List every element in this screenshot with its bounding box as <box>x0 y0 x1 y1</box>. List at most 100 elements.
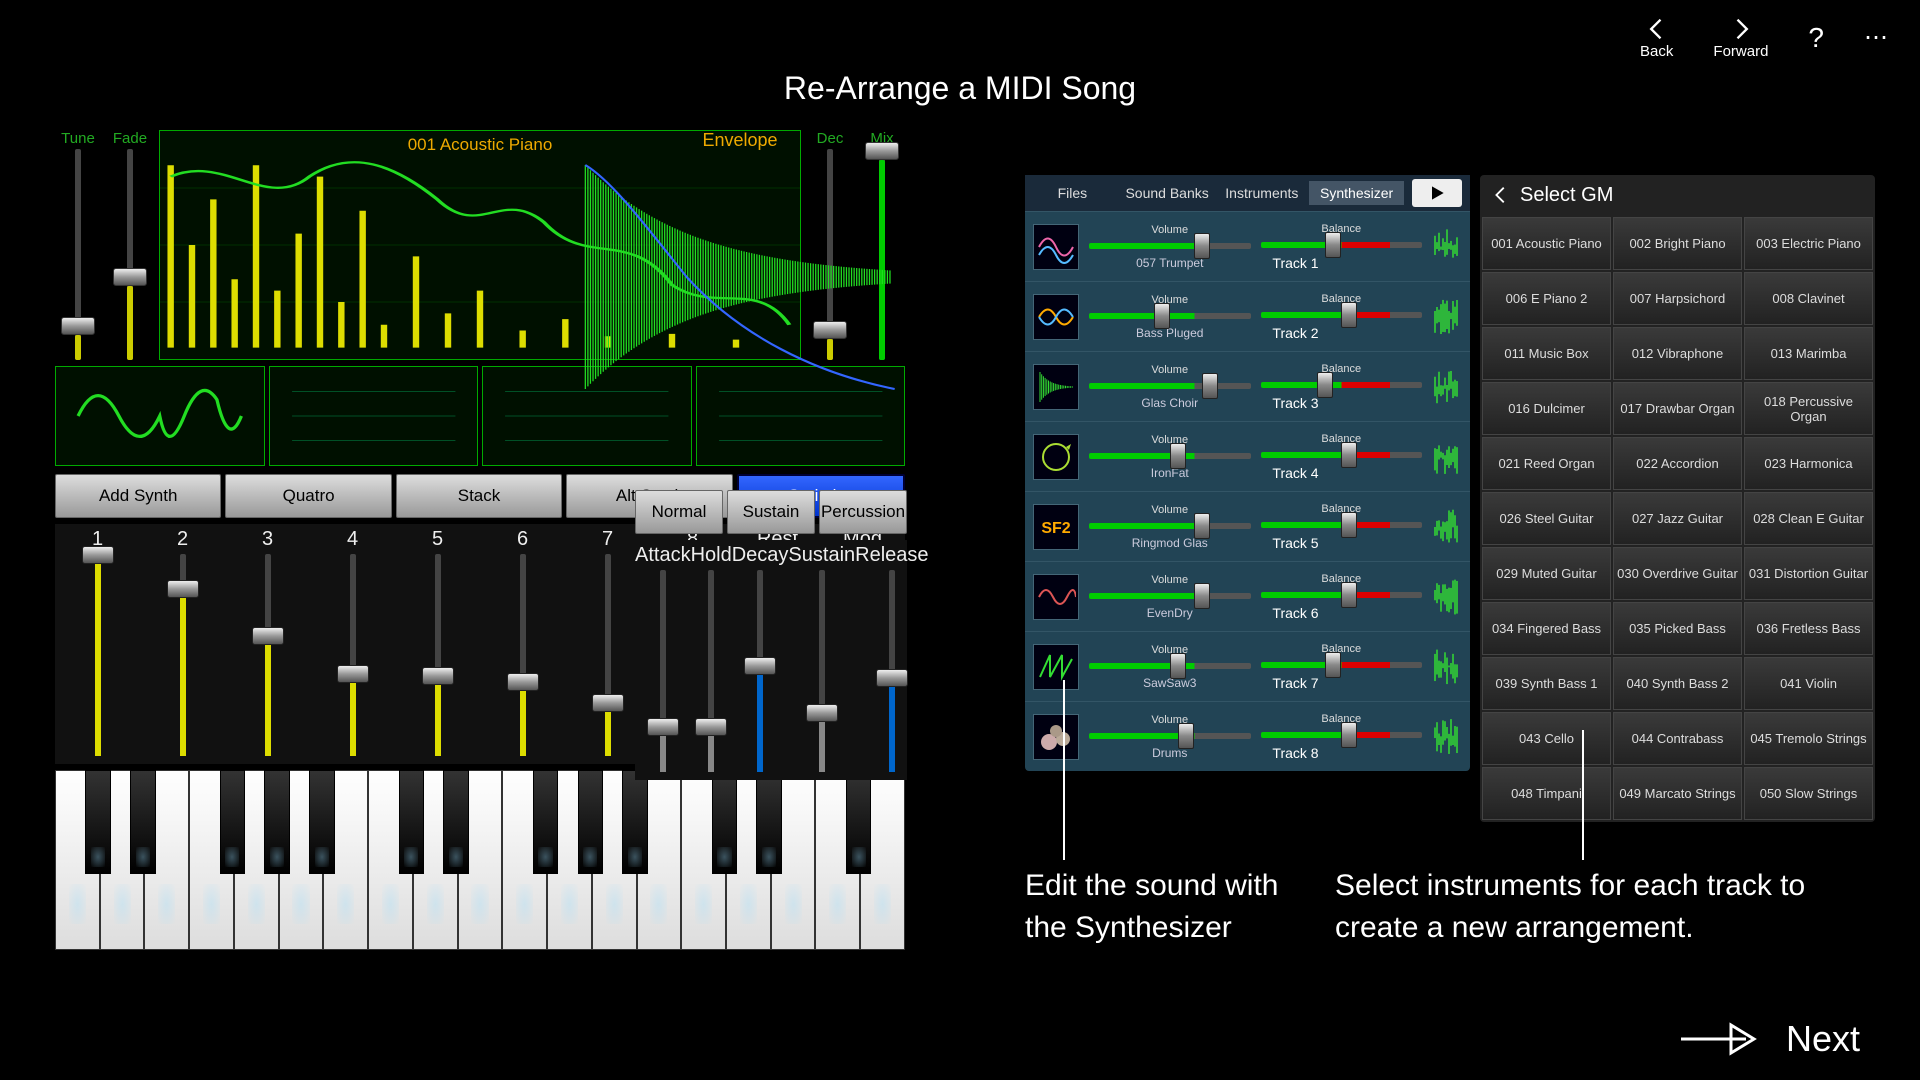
mixer-tab-files[interactable]: Files <box>1025 181 1120 205</box>
instrument-item[interactable]: 041 Violin <box>1744 657 1873 710</box>
black-key[interactable] <box>85 770 111 874</box>
balance-slider[interactable] <box>1261 447 1423 463</box>
play-button[interactable] <box>1412 179 1462 207</box>
instrument-item[interactable]: 028 Clean E Guitar <box>1744 492 1873 545</box>
volume-slider[interactable] <box>1089 448 1251 464</box>
instrument-item[interactable]: 017 Drawbar Organ <box>1613 382 1742 435</box>
volume-slider[interactable] <box>1089 588 1251 604</box>
instrument-item[interactable]: 048 Timpani <box>1482 767 1611 820</box>
mixer-tab-sound-banks[interactable]: Sound Banks <box>1120 181 1215 205</box>
fader-hold[interactable]: Hold <box>691 540 732 780</box>
synth-button-stack[interactable]: Stack <box>396 474 562 518</box>
track-icon[interactable] <box>1033 294 1079 340</box>
instrument-item[interactable]: 021 Reed Organ <box>1482 437 1611 490</box>
black-key[interactable] <box>130 770 156 874</box>
instrument-item[interactable]: 049 Marcato Strings <box>1613 767 1742 820</box>
piano-keyboard[interactable] <box>55 770 905 950</box>
fader-sustain[interactable]: Sustain <box>788 540 855 780</box>
balance-slider[interactable] <box>1261 727 1423 743</box>
track-icon[interactable] <box>1033 434 1079 480</box>
volume-slider[interactable] <box>1089 518 1251 534</box>
fader-2[interactable]: 2 <box>140 524 225 764</box>
black-key[interactable] <box>220 770 246 874</box>
instrument-item[interactable]: 030 Overdrive Guitar <box>1613 547 1742 600</box>
fader-6[interactable]: 6 <box>480 524 565 764</box>
picker-back-icon[interactable] <box>1490 184 1512 206</box>
volume-slider[interactable] <box>1089 308 1251 324</box>
mixer-tab-instruments[interactable]: Instruments <box>1215 181 1310 205</box>
instrument-item[interactable]: 044 Contrabass <box>1613 712 1742 765</box>
instrument-item[interactable]: 036 Fretless Bass <box>1744 602 1873 655</box>
track-icon[interactable] <box>1033 644 1079 690</box>
instrument-item[interactable]: 043 Cello <box>1482 712 1611 765</box>
fader-4[interactable]: 4 <box>310 524 395 764</box>
fader-decay[interactable]: Decay <box>732 540 789 780</box>
tune-slider[interactable]: Tune <box>55 130 101 360</box>
black-key[interactable] <box>533 770 559 874</box>
volume-slider[interactable] <box>1089 378 1251 394</box>
instrument-item[interactable]: 027 Jazz Guitar <box>1613 492 1742 545</box>
instrument-item[interactable]: 026 Steel Guitar <box>1482 492 1611 545</box>
black-key[interactable] <box>309 770 335 874</box>
forward-button[interactable]: Forward <box>1713 15 1768 60</box>
balance-slider[interactable] <box>1261 377 1423 393</box>
instrument-item[interactable]: 034 Fingered Bass <box>1482 602 1611 655</box>
env-button-percussion[interactable]: Percussion <box>819 490 907 534</box>
instrument-item[interactable]: 023 Harmonica <box>1744 437 1873 490</box>
black-key[interactable] <box>756 770 782 874</box>
instrument-item[interactable]: 022 Accordion <box>1613 437 1742 490</box>
next-button[interactable]: Next <box>1676 1018 1860 1060</box>
track-icon[interactable]: SF2 <box>1033 504 1079 550</box>
instrument-item[interactable]: 007 Harpsichord <box>1613 272 1742 325</box>
env-button-sustain[interactable]: Sustain <box>727 490 815 534</box>
instrument-item[interactable]: 031 Distortion Guitar <box>1744 547 1873 600</box>
help-button[interactable]: ? <box>1808 22 1824 54</box>
synth-button-add-synth[interactable]: Add Synth <box>55 474 221 518</box>
track-icon[interactable] <box>1033 224 1079 270</box>
track-icon[interactable] <box>1033 714 1079 760</box>
back-button[interactable]: Back <box>1640 15 1673 60</box>
black-key[interactable] <box>399 770 425 874</box>
instrument-item[interactable]: 050 Slow Strings <box>1744 767 1873 820</box>
fader-attack[interactable]: Attack <box>635 540 691 780</box>
env-button-normal[interactable]: Normal <box>635 490 723 534</box>
fader-5[interactable]: 5 <box>395 524 480 764</box>
instrument-item[interactable]: 016 Dulcimer <box>1482 382 1611 435</box>
volume-slider[interactable] <box>1089 238 1251 254</box>
black-key[interactable] <box>712 770 738 874</box>
instrument-item[interactable]: 013 Marimba <box>1744 327 1873 380</box>
black-key[interactable] <box>443 770 469 874</box>
instrument-item[interactable]: 006 E Piano 2 <box>1482 272 1611 325</box>
operator-graph-1[interactable] <box>55 366 265 466</box>
instrument-item[interactable]: 001 Acoustic Piano <box>1482 217 1611 270</box>
track-icon[interactable] <box>1033 364 1079 410</box>
instrument-item[interactable]: 011 Music Box <box>1482 327 1611 380</box>
more-button[interactable]: ⋯ <box>1864 23 1890 52</box>
fader-release[interactable]: Release <box>855 540 928 780</box>
balance-slider[interactable] <box>1261 517 1423 533</box>
instrument-item[interactable]: 029 Muted Guitar <box>1482 547 1611 600</box>
black-key[interactable] <box>578 770 604 874</box>
instrument-item[interactable]: 008 Clavinet <box>1744 272 1873 325</box>
volume-slider[interactable] <box>1089 658 1251 674</box>
fade-slider[interactable]: Fade <box>107 130 153 360</box>
instrument-item[interactable]: 039 Synth Bass 1 <box>1482 657 1611 710</box>
balance-slider[interactable] <box>1261 307 1423 323</box>
balance-slider[interactable] <box>1261 657 1423 673</box>
mixer-tab-synthesizer[interactable]: Synthesizer <box>1309 181 1404 205</box>
instrument-item[interactable]: 002 Bright Piano <box>1613 217 1742 270</box>
volume-slider[interactable] <box>1089 728 1251 744</box>
balance-slider[interactable] <box>1261 237 1423 253</box>
instrument-item[interactable]: 035 Picked Bass <box>1613 602 1742 655</box>
black-key[interactable] <box>846 770 872 874</box>
black-key[interactable] <box>264 770 290 874</box>
black-key[interactable] <box>622 770 648 874</box>
synth-button-quatro[interactable]: Quatro <box>225 474 391 518</box>
track-icon[interactable] <box>1033 574 1079 620</box>
operator-graph-2[interactable] <box>269 366 479 466</box>
instrument-item[interactable]: 012 Vibraphone <box>1613 327 1742 380</box>
fader-1[interactable]: 1 <box>55 524 140 764</box>
instrument-item[interactable]: 045 Tremolo Strings <box>1744 712 1873 765</box>
fader-3[interactable]: 3 <box>225 524 310 764</box>
instrument-item[interactable]: 040 Synth Bass 2 <box>1613 657 1742 710</box>
